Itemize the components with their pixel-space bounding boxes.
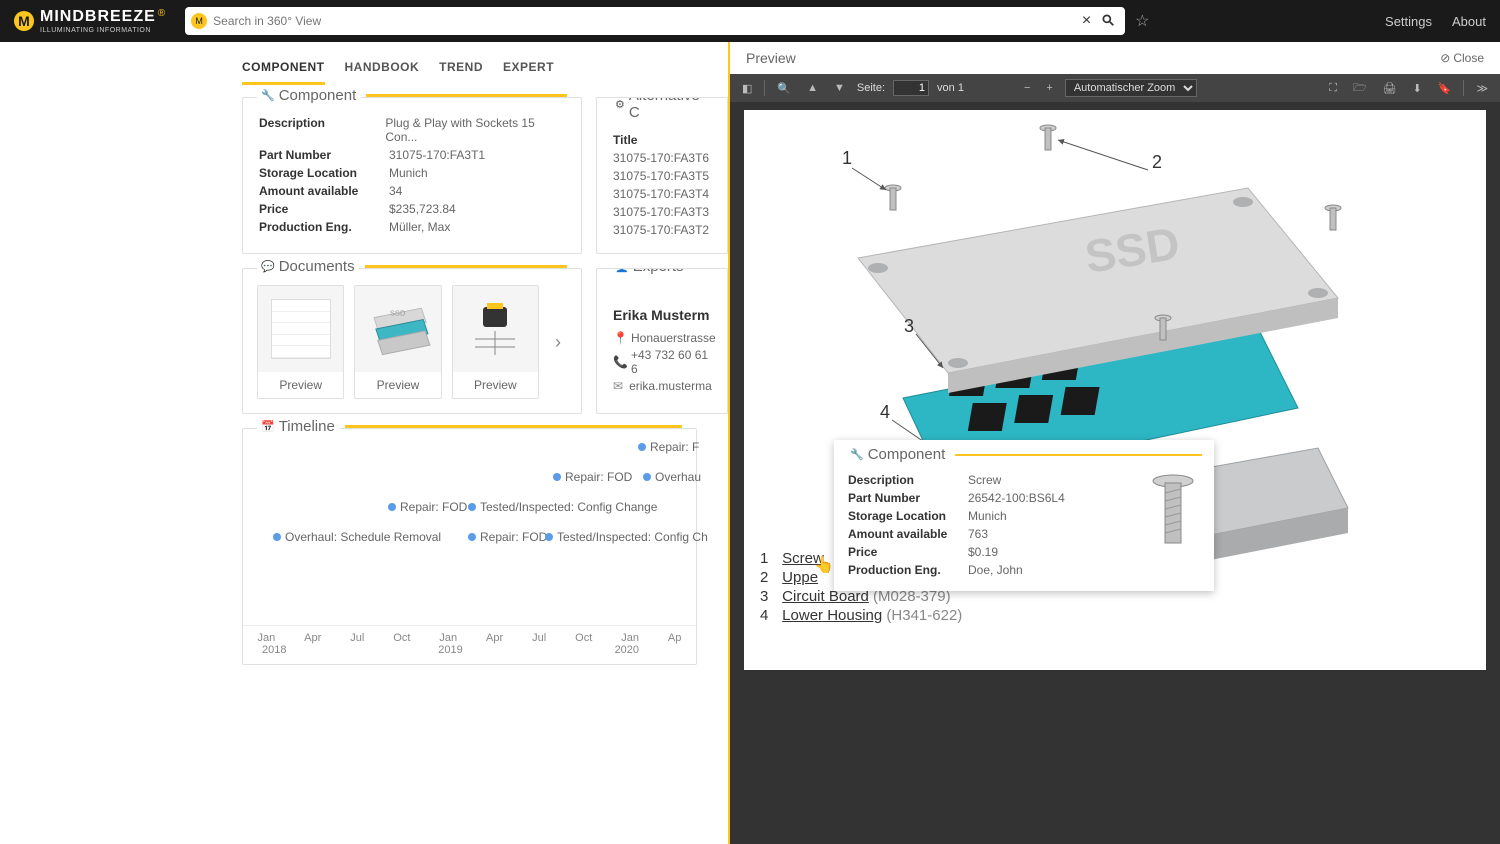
document-thumb-3[interactable]: Preview [452,285,539,399]
download-icon[interactable]: ⬇ [1409,80,1426,97]
kv-row: Amount available763 [848,527,1136,541]
alt-title-header: Title [613,133,711,147]
expert-address: Honauerstrasse [631,331,716,345]
favorite-star-icon[interactable]: ☆ [1135,11,1149,31]
page-of-label: von 1 [937,82,964,94]
kv-row: Amount available34 [259,184,565,198]
tab-component[interactable]: COMPONENT [242,52,325,85]
pin-icon: 📍 [613,331,625,345]
kv-row: Production Eng.Doe, John [848,563,1136,577]
timeline-event[interactable]: Repair: F [638,440,699,454]
open-file-icon[interactable]: 🗁 [1349,77,1371,100]
documents-panel-title: Documents [279,258,355,275]
alt-item[interactable]: 31075-170:FA3T2 [613,223,711,237]
preview-heading: Preview [746,50,796,66]
zoom-select[interactable]: Automatischer Zoom [1065,79,1197,97]
user-icon: 👤 [615,268,629,273]
registered-mark: ® [158,8,165,19]
fullscreen-icon[interactable]: ⛶ [1325,80,1341,97]
wrench-icon: 🔧 [261,89,275,102]
close-preview-button[interactable]: ⊘Close [1440,51,1484,65]
search-box[interactable]: M × [185,7,1125,35]
kv-row: DescriptionScrew [848,473,1136,487]
timeline-event[interactable]: Repair: FOD [468,530,547,544]
logo-mark-icon: M [14,11,34,31]
search-icon[interactable] [1097,13,1119,30]
page-label: Seite: [857,82,885,94]
kv-row: Price$0.19 [848,545,1136,559]
more-icon[interactable]: ≫ [1472,80,1492,97]
tab-expert[interactable]: EXPERT [503,52,554,85]
document-canvas[interactable]: SSD 1 2 [744,110,1486,670]
screw-image [1150,473,1200,581]
kv-row: Production Eng.Müller, Max [259,220,565,234]
expert-name: Erika Musterm [613,307,711,323]
expert-email: erika.musterma [629,379,712,393]
kv-row: Storage LocationMunich [259,166,565,180]
kv-row: Part Number31075-170:FA3T1 [259,148,565,162]
alt-item[interactable]: 31075-170:FA3T4 [613,187,711,201]
kv-row: Price$235,723.84 [259,202,565,216]
timeline-event[interactable]: Tested/Inspected: Config Change [468,500,657,514]
kv-row: Part Number26542-100:BS6L4 [848,491,1136,505]
svg-text:1: 1 [842,148,852,168]
alternative-panel-title: Alternative C [629,97,703,121]
zoom-in-icon[interactable]: + [1042,80,1056,96]
page-number-input[interactable] [893,80,929,96]
brand-logo: M MINDBREEZE ® ILLUMINATING INFORMATION [14,8,165,34]
component-panel-title: Component [279,87,357,104]
close-icon: ⊘ [1440,51,1450,65]
brand-tagline: ILLUMINATING INFORMATION [40,27,165,34]
component-tooltip: 🔧 Component DescriptionScrew Part Number2… [834,440,1214,591]
timeline-event[interactable]: Repair: FOD [553,470,632,484]
svg-text:SSD: SSD [390,309,406,318]
svg-text:3: 3 [904,316,914,336]
mail-icon: ✉ [613,379,623,393]
sidebar-toggle-icon[interactable]: ◧ [738,80,756,97]
print-icon[interactable]: 🖨 [1379,80,1401,97]
alt-item[interactable]: 31075-170:FA3T3 [613,205,711,219]
nav-about[interactable]: About [1452,14,1486,29]
kv-row: DescriptionPlug & Play with Sockets 15 C… [259,116,565,144]
page-down-icon[interactable]: ▼ [830,80,849,96]
find-icon[interactable]: 🔍 [773,80,795,97]
tab-trend[interactable]: TREND [439,52,483,85]
alt-item[interactable]: 31075-170:FA3T6 [613,151,711,165]
zoom-out-icon[interactable]: − [1020,80,1034,96]
cursor-hand-icon: 👆 [814,555,834,575]
timeline-event[interactable]: Overhau [643,470,701,484]
nav-settings[interactable]: Settings [1385,14,1432,29]
page-up-icon[interactable]: ▲ [803,80,822,96]
tab-handbook[interactable]: HANDBOOK [345,52,420,85]
brand-name: MINDBREEZE [40,8,156,26]
svg-text:2: 2 [1152,152,1162,172]
wrench-icon: 🔧 [850,448,864,461]
bookmark-icon[interactable]: 🔖 [1434,80,1456,97]
documents-next-icon[interactable]: › [549,332,567,353]
chat-icon: 💬 [261,260,275,273]
timeline-event[interactable]: Repair: FOD [388,500,467,514]
main-tabs: COMPONENT HANDBOOK TREND EXPERT [0,42,728,85]
calendar-icon: 📅 [261,420,275,433]
kv-row: Storage LocationMunich [848,509,1136,523]
timeline-event[interactable]: Tested/Inspected: Config Ch [545,530,708,544]
tooltip-title: Component [868,446,946,463]
search-input[interactable] [213,14,1076,28]
clear-search-icon[interactable]: × [1076,12,1097,30]
timeline-event[interactable]: Overhaul: Schedule Removal [273,530,441,544]
search-brand-icon: M [191,13,207,29]
gear-icon: ⚙ [615,98,625,111]
document-thumb-2[interactable]: SSD Preview [354,285,441,399]
document-thumb-1[interactable]: Preview [257,285,344,399]
alt-item[interactable]: 31075-170:FA3T5 [613,169,711,183]
expert-phone: +43 732 60 61 6 [631,348,711,376]
svg-text:4: 4 [880,402,890,422]
phone-icon: 📞 [613,355,625,369]
part-list-item[interactable]: 4 Lower Housing (H341-622) [760,607,962,624]
timeline-panel-title: Timeline [279,418,335,435]
experts-panel-title: Experts [633,268,684,275]
